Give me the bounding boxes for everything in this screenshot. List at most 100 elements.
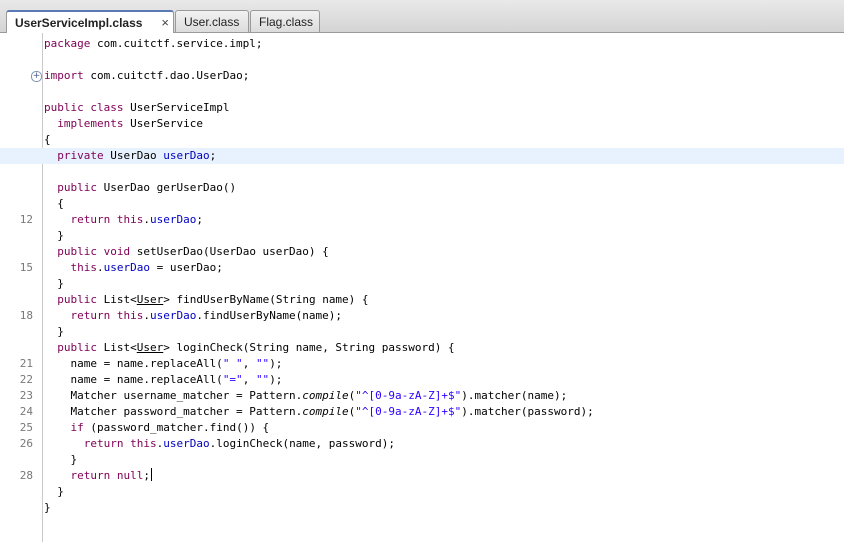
code-line[interactable]: public UserDao gerUserDao() (0, 180, 844, 196)
line-number: 23 (19, 389, 33, 402)
code-line[interactable]: package com.cuitctf.service.impl; (0, 36, 844, 52)
keyword: if (70, 421, 84, 434)
code-line[interactable]: public void setUserDao(UserDao userDao) … (0, 244, 844, 260)
code-line[interactable]: } (0, 228, 844, 244)
code-text: { (44, 197, 64, 210)
code-content: return this.userDao.loginCheck(name, pas… (44, 436, 395, 452)
code-text: = userDao; (149, 261, 223, 274)
code-text: Matcher username_matcher = Pattern. (44, 389, 303, 402)
code-text: ).matcher(password); (461, 405, 594, 418)
code-line[interactable]: } (0, 484, 844, 500)
code-text: , (242, 357, 256, 370)
expand-fold-icon[interactable]: + (31, 71, 42, 82)
code-text: com.cuitctf.dao.UserDao; (83, 69, 250, 82)
field-name: userDao (103, 261, 150, 274)
code-text: > loginCheck(String name, String passwor… (163, 341, 455, 354)
code-line[interactable]: { (0, 132, 844, 148)
string-literal: "=" (222, 373, 243, 386)
keyword: public (57, 341, 97, 354)
text-cursor (150, 468, 152, 481)
code-content: return this.userDao; (44, 212, 203, 228)
method-name: compile (302, 405, 349, 418)
code-line[interactable]: 23 Matcher username_matcher = Pattern.co… (0, 388, 844, 404)
code-content: import com.cuitctf.dao.UserDao; (44, 68, 249, 84)
code-content: package com.cuitctf.service.impl; (44, 36, 263, 52)
method-name: compile (302, 389, 349, 402)
code-line[interactable]: } (0, 324, 844, 340)
string-literal: "" (255, 357, 270, 370)
code-line[interactable]: public List<User> loginCheck(String name… (0, 340, 844, 356)
code-text: List< (97, 293, 137, 306)
keyword: public void (57, 245, 131, 258)
code-content: } (44, 324, 64, 340)
keyword: private (57, 149, 104, 162)
code-line[interactable]: 24 Matcher password_matcher = Pattern.co… (0, 404, 844, 420)
type-link: User (136, 293, 164, 306)
code-line[interactable]: private UserDao userDao; (0, 148, 844, 164)
keyword: public (57, 293, 97, 306)
code-line[interactable]: } (0, 500, 844, 516)
code-text: ); (269, 357, 283, 370)
field-name: userDao (163, 437, 210, 450)
code-text: setUserDao(UserDao userDao) { (130, 245, 329, 258)
code-text: name = name.replaceAll( (44, 373, 223, 386)
code-text: List< (97, 341, 137, 354)
code-content: { (44, 196, 64, 212)
keyword: return this (83, 437, 157, 450)
code-line[interactable]: 22 name = name.replaceAll("=", ""); (0, 372, 844, 388)
code-line[interactable] (0, 84, 844, 100)
code-text: . (143, 309, 150, 322)
code-line[interactable]: } (0, 452, 844, 468)
code-content: public UserDao gerUserDao() (44, 180, 236, 196)
code-line[interactable]: 21 name = name.replaceAll(" ", ""); (0, 356, 844, 372)
line-number: 25 (19, 421, 33, 434)
code-line[interactable]: 18 return this.userDao.findUserByName(na… (0, 308, 844, 324)
line-number: 26 (19, 437, 33, 450)
code-text: .findUserByName(name); (196, 309, 343, 322)
code-content: Matcher username_matcher = Pattern.compi… (44, 388, 567, 404)
code-content: Matcher password_matcher = Pattern.compi… (44, 404, 594, 420)
code-content: this.userDao = userDao; (44, 260, 223, 276)
code-line[interactable]: implements UserService (0, 116, 844, 132)
code-text: UserServiceImpl (123, 101, 230, 114)
tab-flag-class[interactable]: Flag.class (250, 10, 320, 32)
code-line[interactable] (0, 52, 844, 68)
code-content: } (44, 500, 51, 516)
code-line[interactable]: 25 if (password_matcher.find()) { (0, 420, 844, 436)
line-number: 18 (19, 309, 33, 322)
code-text: > findUserByName(String name) { (163, 293, 369, 306)
code-line[interactable] (0, 164, 844, 180)
keyword: return null (70, 469, 144, 482)
line-number: 21 (19, 357, 33, 370)
tab-userserviceimpl[interactable]: UserServiceImpl.class × (6, 10, 174, 33)
code-line[interactable]: public List<User> findUserByName(String … (0, 292, 844, 308)
code-text: UserService (123, 117, 203, 130)
type-link: User (136, 341, 164, 354)
code-line[interactable]: 15 this.userDao = userDao; (0, 260, 844, 276)
code-line[interactable]: } (0, 276, 844, 292)
code-line[interactable]: 12 return this.userDao; (0, 212, 844, 228)
close-icon[interactable]: × (161, 15, 169, 30)
code-line[interactable]: { (0, 196, 844, 212)
code-line[interactable]: 28 return null; (0, 468, 844, 484)
code-text: name = name.replaceAll( (44, 357, 223, 370)
code-content: } (44, 276, 64, 292)
keyword: return this (70, 213, 144, 226)
code-line[interactable]: 26 return this.userDao.loginCheck(name, … (0, 436, 844, 452)
tab-user-class[interactable]: User.class (175, 10, 249, 32)
line-number: 28 (19, 469, 33, 482)
code-line[interactable]: + import com.cuitctf.dao.UserDao; (0, 68, 844, 84)
keyword: public class (44, 101, 124, 114)
code-editor[interactable]: package com.cuitctf.service.impl; + import… (0, 33, 844, 542)
code-text: UserDao (103, 149, 164, 162)
code-line[interactable]: public class UserServiceImpl (0, 100, 844, 116)
code-content: } (44, 228, 64, 244)
